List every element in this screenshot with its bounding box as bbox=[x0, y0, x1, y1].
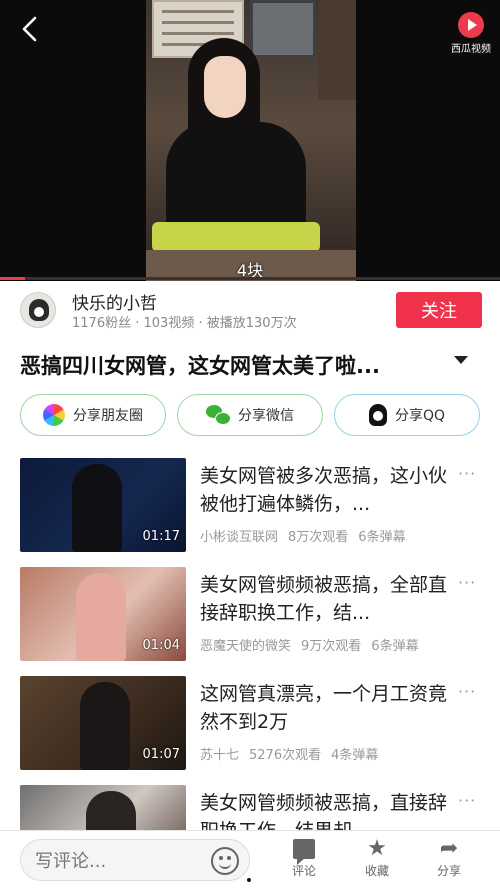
author-name[interactable]: 快乐的小哲 bbox=[72, 289, 157, 314]
related-video-meta: 恶魔天使的微笑 9万次观看 6条弹幕 bbox=[200, 639, 419, 654]
video-count: 103视频 bbox=[143, 316, 195, 331]
related-video-item[interactable]: 01:17 美女网管被多次恶搞，这小伙被他打遍体鳞伤，... 小彬谈互联网 8万次… bbox=[20, 458, 480, 552]
video-duration: 01:04 bbox=[142, 638, 180, 653]
related-video-meta: 苏十七 5276次观看 4条弹幕 bbox=[200, 748, 379, 763]
video-thumbnail[interactable]: 01:04 bbox=[20, 567, 186, 661]
progress-fill bbox=[0, 277, 25, 280]
share-moments-button[interactable]: 分享朋友圈 bbox=[20, 394, 166, 436]
video-thumbnail[interactable]: 01:17 bbox=[20, 458, 186, 552]
moments-icon bbox=[43, 404, 65, 426]
related-video-item[interactable]: 01:07 这网管真漂亮，一个月工资竟然不到2万 苏十七 5276次观看 4条弹幕 … bbox=[20, 676, 480, 770]
comment-tab[interactable]: 评论 bbox=[276, 839, 332, 879]
avatar[interactable] bbox=[20, 292, 56, 328]
favorite-tab[interactable]: ★ 收藏 bbox=[349, 836, 405, 879]
qq-icon bbox=[368, 404, 387, 426]
related-video-title[interactable]: 美女网管频频被恶搞，全部直接辞职换工作，结... bbox=[200, 571, 450, 627]
brand-name: 西瓜视频 bbox=[451, 44, 491, 55]
comment-box[interactable] bbox=[20, 839, 250, 881]
play-logo-icon bbox=[458, 12, 484, 38]
caret-down-icon[interactable] bbox=[454, 356, 468, 364]
related-video-meta: 小彬谈互联网 8万次观看 6条弹幕 bbox=[200, 530, 406, 545]
follow-button[interactable]: 关注 bbox=[396, 292, 482, 328]
more-options-icon[interactable]: ··· bbox=[458, 682, 476, 701]
related-video-title[interactable]: 这网管真漂亮，一个月工资竟然不到2万 bbox=[200, 680, 450, 736]
related-video-item[interactable]: 01:04 美女网管频频被恶搞，全部直接辞职换工作，结... 恶魔天使的微笑 9万… bbox=[20, 567, 480, 661]
video-title: 恶搞四川女网管，这女网管太美了啦... bbox=[20, 354, 380, 378]
video-progress-bar[interactable] bbox=[0, 277, 500, 280]
author-row: 快乐的小哲 1176粉丝 · 103视频 · 被播放130万次 关注 bbox=[0, 288, 500, 334]
app-brand: 西瓜视频 bbox=[448, 12, 494, 55]
video-duration: 01:07 bbox=[142, 747, 180, 762]
more-options-icon[interactable]: ··· bbox=[458, 791, 476, 810]
share-arrow-icon: ➦ bbox=[439, 836, 459, 861]
more-options-icon[interactable]: ··· bbox=[458, 464, 476, 483]
video-frame[interactable] bbox=[146, 0, 356, 281]
share-wechat-button[interactable]: 分享微信 bbox=[177, 394, 323, 436]
author-stats: 1176粉丝 · 103视频 · 被播放130万次 bbox=[72, 316, 297, 331]
video-detail-page: 4块 西瓜视频 快乐的小哲 1176粉丝 · 103视频 · 被播放130万次 … bbox=[0, 0, 500, 888]
share-row: 分享朋友圈 分享微信 分享QQ bbox=[20, 394, 480, 436]
star-icon: ★ bbox=[367, 836, 387, 861]
comment-icon bbox=[293, 839, 315, 865]
share-qq-button[interactable]: 分享QQ bbox=[334, 394, 480, 436]
video-thumbnail[interactable]: 01:07 bbox=[20, 676, 186, 770]
emoji-icon[interactable] bbox=[211, 847, 239, 875]
chevron-left-icon bbox=[22, 16, 37, 42]
play-count: 被播放130万次 bbox=[206, 316, 297, 331]
more-options-icon[interactable]: ··· bbox=[458, 573, 476, 592]
fans-count: 1176粉丝 bbox=[72, 316, 132, 331]
video-duration: 01:17 bbox=[142, 529, 180, 544]
video-player[interactable]: 4块 西瓜视频 bbox=[0, 0, 500, 281]
related-video-title[interactable]: 美女网管被多次恶搞，这小伙被他打遍体鳞伤，... bbox=[200, 462, 450, 518]
comment-input[interactable] bbox=[35, 847, 205, 875]
share-tab[interactable]: ➦ 分享 bbox=[421, 836, 477, 879]
back-button[interactable] bbox=[16, 14, 46, 44]
scroll-indicator bbox=[247, 878, 251, 882]
wechat-icon bbox=[206, 405, 231, 425]
